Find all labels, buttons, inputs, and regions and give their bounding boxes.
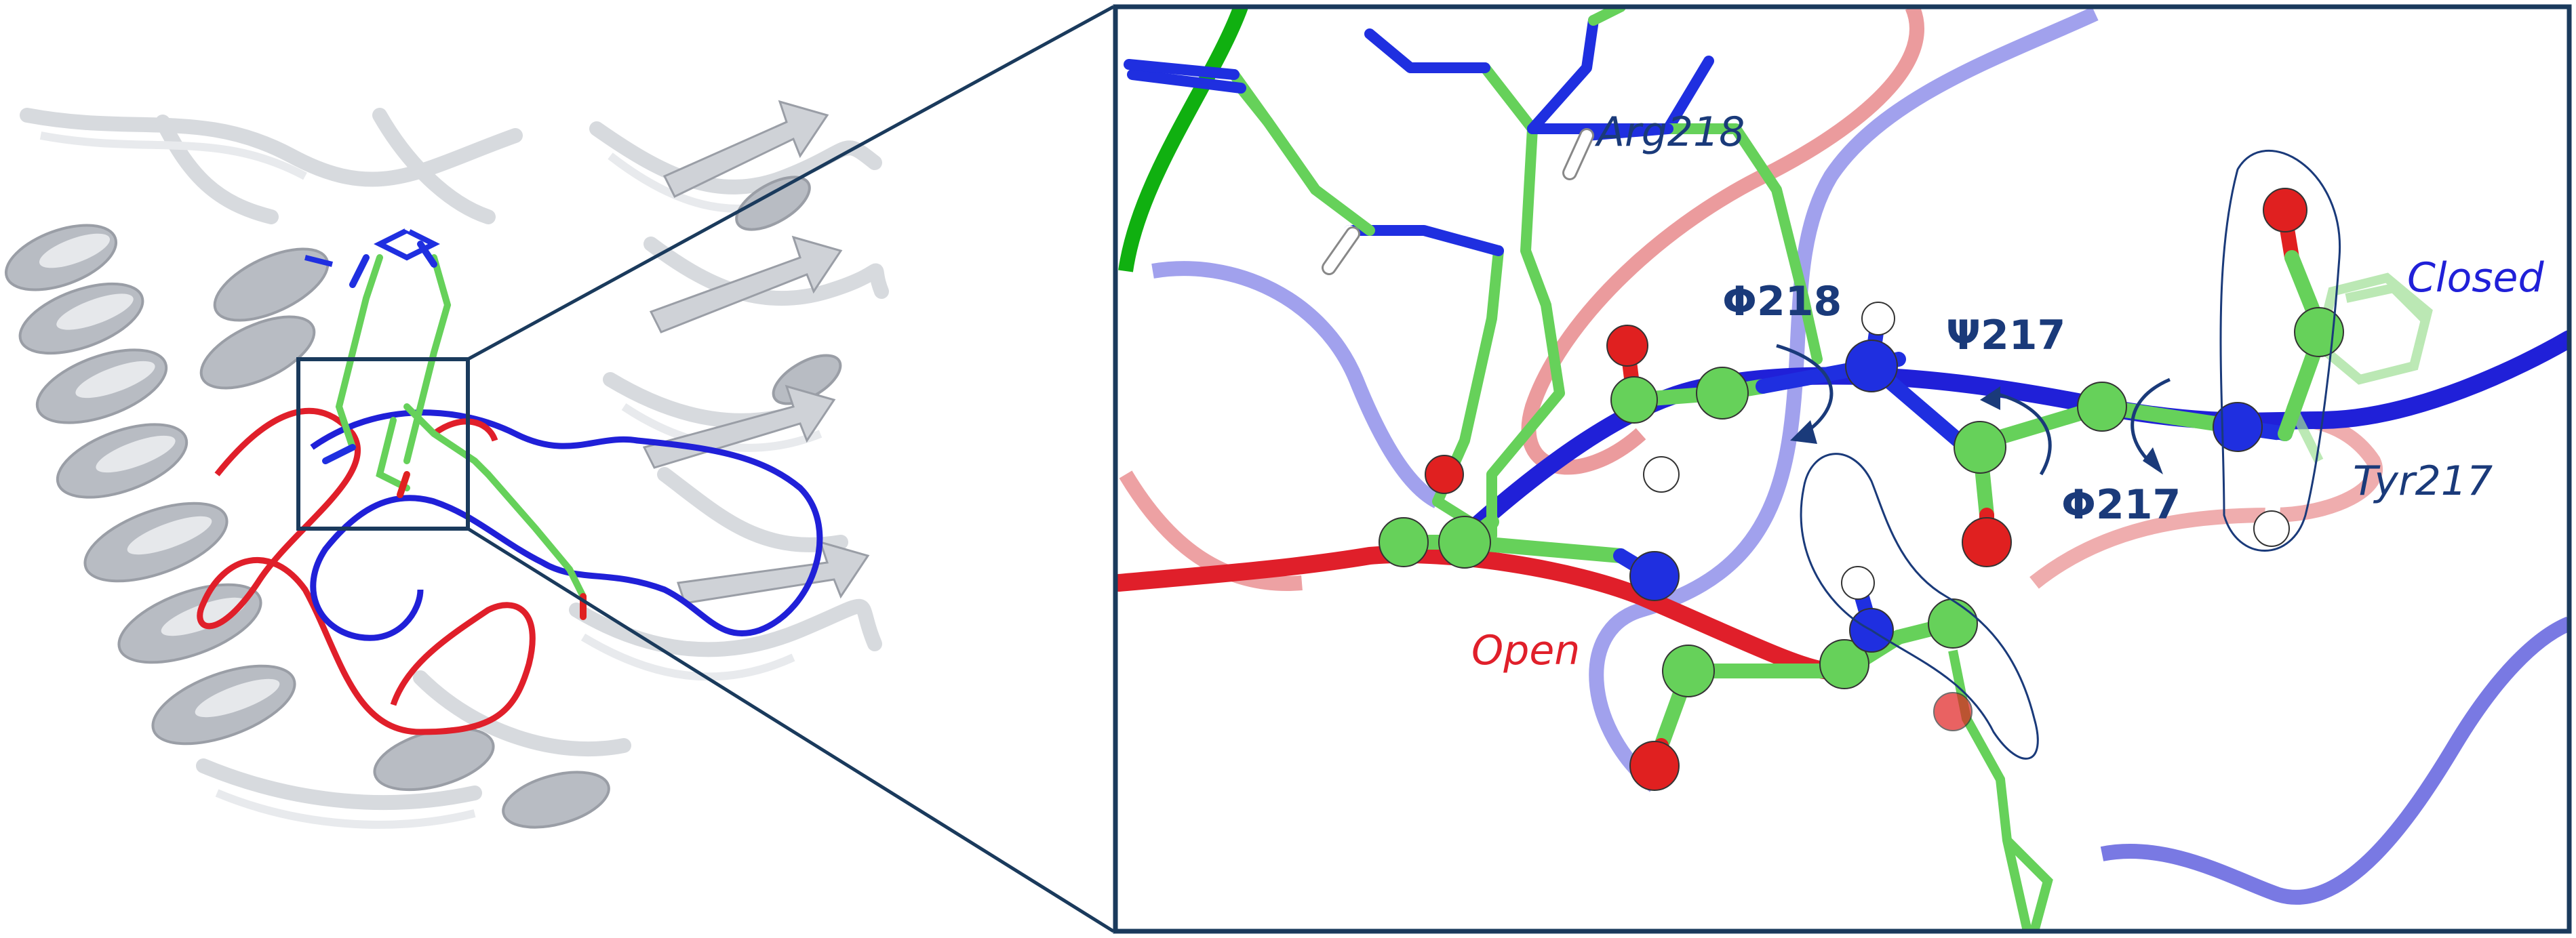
open-label: Open xyxy=(1471,627,1580,674)
figure-canvas: Arg218 Tyr217 Closed Open Φ218 Ψ217 Φ217 xyxy=(4,4,2572,934)
arg218-label: Arg218 xyxy=(1594,108,1745,156)
psi217-label: Ψ217 xyxy=(1946,312,2065,359)
closed-label: Closed xyxy=(2407,254,2544,302)
zoom-panel xyxy=(1113,4,2572,934)
phi218-label: Φ218 xyxy=(1722,278,1842,325)
tyr217-label: Tyr217 xyxy=(2353,457,2493,505)
protein-overview xyxy=(4,100,889,829)
phi217-label: Φ217 xyxy=(2061,481,2181,529)
